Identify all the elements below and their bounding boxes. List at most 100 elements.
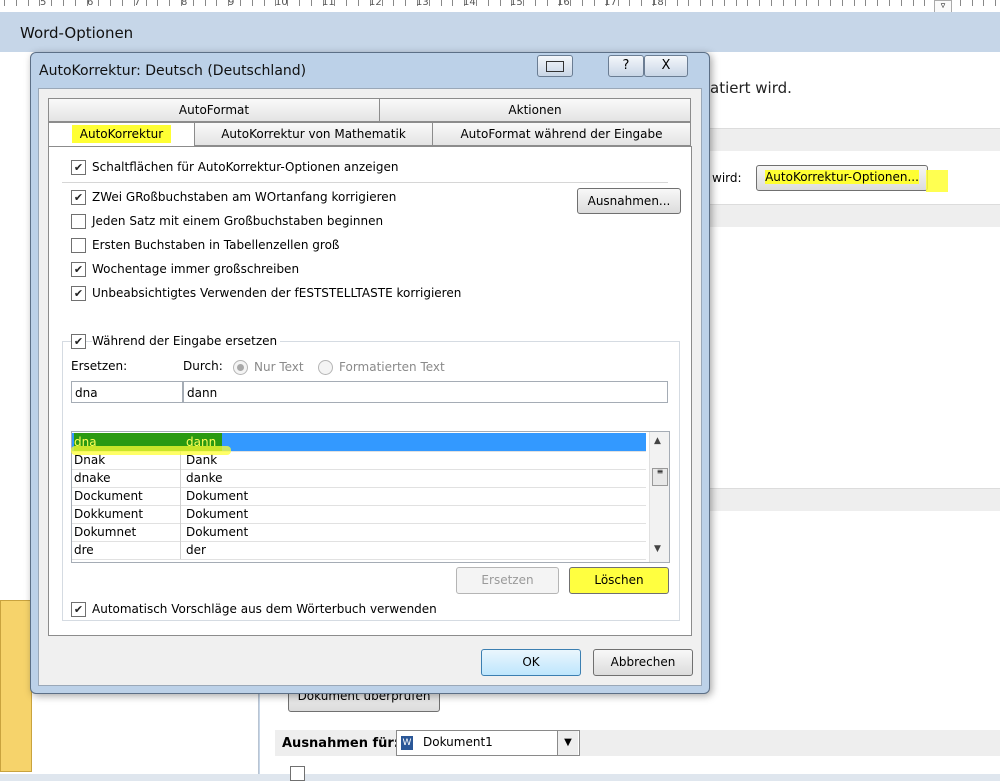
list-item-to: Dokument (186, 525, 249, 539)
ruler-tick (547, 0, 548, 6)
ruler-tick (488, 0, 489, 6)
list-item[interactable]: dre der (72, 541, 646, 560)
tab-aktionen[interactable]: Aktionen (379, 98, 691, 122)
durch-input[interactable]: dann (183, 381, 668, 403)
ok-button[interactable]: OK (481, 649, 581, 676)
ruler-tick (641, 0, 642, 6)
suggestions-checkbox[interactable]: ✔ (71, 602, 86, 617)
close-icon: X (661, 58, 671, 73)
option-checkbox[interactable]: ✔ (71, 262, 86, 277)
ruler-number: 18 (651, 0, 664, 8)
formatierten-text-radio[interactable] (318, 360, 333, 375)
list-item-from: Dockument (74, 487, 181, 505)
option-checkbox[interactable]: ✔ (71, 286, 86, 301)
autokorrektur-options-button[interactable]: AutoKorrektur-Optionen... (756, 165, 928, 191)
option-checkbox[interactable] (71, 238, 86, 253)
ausnahmen-button[interactable]: Ausnahmen... (577, 188, 681, 214)
ruler-tick (193, 0, 194, 6)
ausnahmen-fuer-select[interactable]: W Dokument1 ▼ (396, 730, 580, 756)
list-item-to: danke (186, 471, 223, 485)
ruler-tick (240, 0, 241, 6)
ruler-tick (594, 0, 595, 6)
close-button[interactable]: X (644, 55, 688, 77)
ersetzen-input[interactable]: dna (71, 381, 183, 403)
list-item[interactable]: dnake danke (72, 469, 646, 488)
ruler-tick (75, 0, 76, 6)
ruler-number: 8 (181, 0, 188, 8)
word-options-title: Word-Optionen (20, 24, 134, 42)
tab-autoformat-eingabe[interactable]: AutoFormat während der Eingabe (432, 122, 691, 146)
ruler-tick (677, 0, 678, 6)
list-scrollbar[interactable]: ▲ ≡ ▼ (649, 432, 669, 562)
list-item[interactable]: Dokumnet Dokument (72, 523, 646, 542)
dialog-title: AutoKorrektur: Deutsch (Deutschland) (39, 63, 307, 79)
nur-text-radio[interactable] (233, 360, 248, 375)
tab-autokorrektur[interactable]: AutoKorrektur (48, 122, 195, 146)
ruler-tick (700, 0, 701, 6)
ersetzen-button[interactable]: Ersetzen (456, 567, 559, 594)
ruler-tick (712, 0, 713, 6)
ruler-tick (570, 0, 571, 6)
ruler-tick (216, 0, 217, 6)
show-buttons-checkbox[interactable]: ✔ (71, 160, 86, 175)
highlight-marker (71, 446, 231, 455)
ruler-tick (688, 0, 689, 6)
help-icon: ? (622, 58, 630, 73)
ruler-number: 15 (510, 0, 523, 8)
ruler-tick (500, 0, 501, 6)
ruler-number: 12 (369, 0, 382, 8)
ruler-tick (830, 0, 831, 6)
help-button[interactable]: ? (608, 55, 644, 77)
tab-autoformat[interactable]: AutoFormat (48, 98, 380, 122)
durch-label: Durch: (183, 359, 223, 373)
ruler-tick (842, 0, 843, 6)
list-item[interactable]: Dockument Dokument (72, 487, 646, 506)
highlight-marker (926, 170, 948, 192)
ruler-tick (854, 0, 855, 6)
ruler-number: 9 (228, 0, 235, 8)
ersetzen-label: Ersetzen: (71, 359, 128, 373)
window-view-icon (546, 61, 564, 72)
ruler-tick (582, 0, 583, 6)
ruler-tick (28, 0, 29, 6)
ruler-tick (16, 0, 17, 6)
list-item[interactable]: Dokkument Dokument (72, 505, 646, 524)
ruler-tick (122, 0, 123, 6)
ruler-tick (759, 0, 760, 6)
nur-text-label: Nur Text (254, 360, 304, 374)
ausnahmen-fuer-label: Ausnahmen für: (282, 736, 399, 751)
option-checkbox[interactable] (71, 214, 86, 229)
ruler-tick (960, 0, 961, 6)
ruler-tick (205, 0, 206, 6)
dialog-view-button[interactable] (537, 55, 573, 77)
loeschen-button[interactable]: Löschen (569, 567, 669, 594)
ausnahmen-fuer-value: Dokument1 (423, 735, 493, 749)
scroll-thumb[interactable]: ≡ (652, 468, 668, 486)
ruler-tick (901, 0, 902, 6)
scroll-up-icon[interactable]: ▲ (654, 436, 661, 446)
ruler-tick (299, 0, 300, 6)
ruler-tick (877, 0, 878, 6)
list-item-from: Dokkument (74, 505, 181, 523)
tab-autokorrektur-label: AutoKorrektur (71, 125, 172, 143)
ruler-tick (51, 0, 52, 6)
list-item-from: dre (74, 541, 181, 559)
ruler-tick (806, 0, 807, 6)
option-label: ZWei GRoßbuchstaben am WOrtanfang korrig… (92, 190, 397, 204)
dropdown-arrow-icon[interactable]: ▼ (557, 731, 578, 755)
option-label: Wochentage immer großschreiben (92, 262, 300, 276)
ruler-number: 11 (322, 0, 335, 8)
option-checkbox[interactable]: ✔ (71, 190, 86, 205)
ruler-tick (795, 0, 796, 6)
ruler-tick (629, 0, 630, 6)
abbrechen-button[interactable]: Abbrechen (593, 649, 693, 676)
ruler-tick (63, 0, 64, 6)
word-options-intro-text: atiert wird. (710, 79, 792, 97)
ruler-tick (441, 0, 442, 6)
tab-autokorrektur-mathematik[interactable]: AutoKorrektur von Mathematik (194, 122, 433, 146)
ruler-tick (452, 0, 453, 6)
ruler-tick (724, 0, 725, 6)
ruler-tick (346, 0, 347, 6)
scroll-down-icon[interactable]: ▼ (654, 544, 661, 554)
replace-while-typing-checkbox[interactable]: ✔ (71, 334, 86, 349)
